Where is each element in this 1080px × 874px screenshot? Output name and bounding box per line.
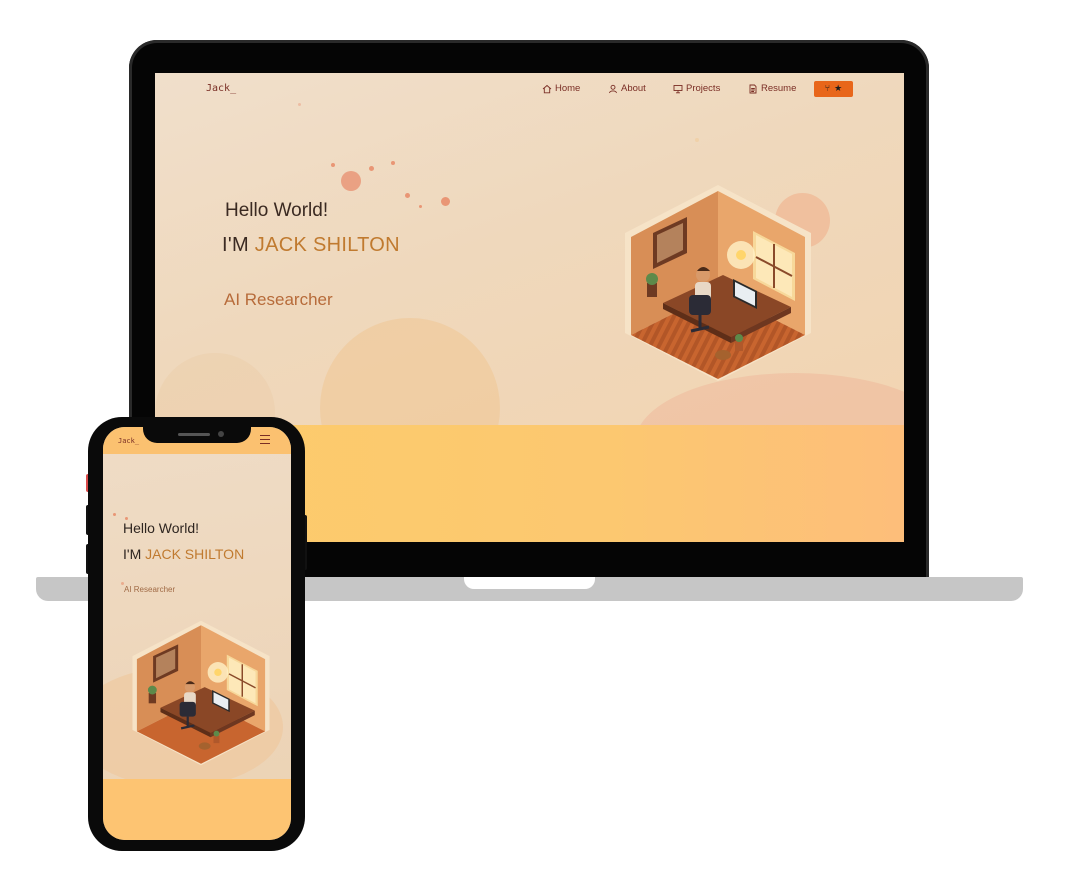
nav-projects[interactable]: Projects — [673, 83, 720, 94]
github-star-button[interactable]: ⑂ ★ — [814, 81, 853, 97]
nav-resume[interactable]: Resume — [748, 83, 796, 94]
site-logo[interactable]: Jack_ — [206, 83, 236, 94]
nav-about[interactable]: About — [608, 83, 646, 94]
particle — [113, 513, 116, 516]
mobile-content-band — [103, 779, 291, 840]
isometric-room-illustration — [132, 620, 270, 766]
presentation-icon — [673, 84, 683, 93]
star-icon: ★ — [834, 84, 843, 94]
hero-name-accent: JACK SHILTON — [254, 234, 400, 256]
laptop-notch — [464, 577, 595, 589]
phone-camera — [218, 431, 224, 437]
nav-home-label: Home — [555, 83, 581, 94]
particle — [441, 197, 450, 206]
nav-home[interactable]: Home — [542, 83, 580, 94]
mobile-hero-greeting: Hello World! — [123, 520, 199, 536]
document-icon — [749, 84, 757, 93]
mobile-hero-name: I'M JACK SHILTON — [123, 546, 244, 562]
home-icon — [542, 84, 552, 93]
particle — [369, 166, 374, 171]
top-navbar: Jack_ Home About Projects Resume ⑂ ★ — [155, 73, 904, 105]
mobile-site-logo[interactable]: Jack_ — [118, 437, 139, 445]
mobile-hero-im: I'M — [123, 546, 146, 562]
particle — [695, 138, 699, 142]
user-icon — [609, 84, 617, 93]
nav-resume-label: Resume — [761, 83, 797, 94]
particle — [391, 161, 395, 165]
particle — [405, 193, 410, 198]
isometric-room-illustration — [625, 185, 811, 381]
hamburger-icon[interactable] — [260, 435, 270, 444]
mobile-hero-name-accent: JACK SHILTON — [145, 546, 245, 562]
nav-about-label: About — [621, 83, 646, 94]
particle — [341, 171, 361, 191]
phone-speaker — [178, 433, 210, 436]
hero-role: AI Researcher — [224, 290, 333, 309]
phone-screen: Jack_ Hello World! I'M JACK SHILTON AI R… — [103, 427, 291, 840]
mobile-hero-role: AI Researcher — [124, 585, 176, 594]
nav-projects-label: Projects — [686, 83, 721, 94]
hero-im: I'M — [222, 234, 255, 256]
hero-greeting: Hello World! — [225, 200, 329, 221]
particle — [419, 205, 422, 208]
particle — [331, 163, 335, 167]
hero-name: I'M JACK SHILTON — [222, 234, 400, 257]
github-fork-icon: ⑂ — [824, 84, 831, 94]
